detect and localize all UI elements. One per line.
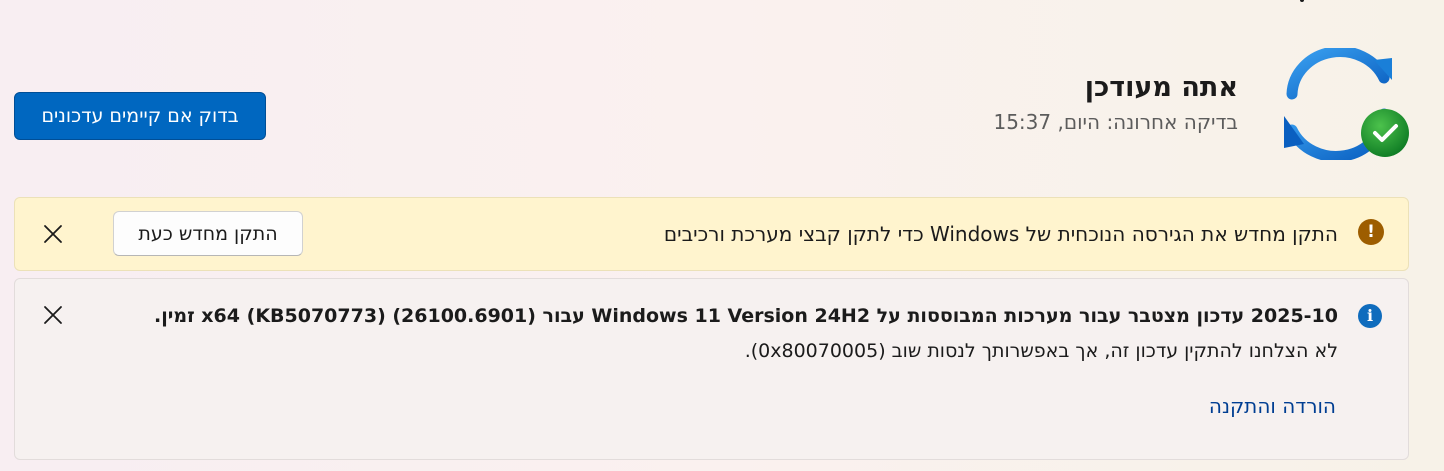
status-title: אתה מעודכן <box>1084 72 1238 103</box>
update-title: 2025-10 עדכון מצטבר עבור מערכות המבוססות… <box>153 305 1338 327</box>
update-failed-info-bar: i 2025-10 עדכון מצטבר עבור מערכות המבוסס… <box>14 278 1409 460</box>
sync-check-icon <box>1280 46 1412 162</box>
last-checked-text: בדיקה אחרונה: היום, 15:37 <box>993 110 1238 134</box>
download-install-link[interactable]: הורדה והתקנה <box>1209 392 1336 420</box>
update-error-message: לא הצלחנו להתקין עדכון זה, אך באפשרותך ל… <box>744 340 1338 362</box>
warning-icon: ! <box>1358 219 1384 245</box>
warning-message: התקן מחדש את הגירסה הנוכחית של Windows כ… <box>663 222 1338 246</box>
close-icon[interactable] <box>42 304 64 326</box>
reinstall-warning-bar: ! התקן מחדש את הגירסה הנוכחית של Windows… <box>14 197 1409 271</box>
reinstall-now-button[interactable]: התקן מחדש כעת <box>113 211 303 256</box>
window-edge-mark <box>1300 0 1304 2</box>
close-icon[interactable] <box>42 223 64 245</box>
check-for-updates-button[interactable]: בדוק אם קיימים עדכונים <box>14 92 266 140</box>
info-icon: i <box>1358 304 1382 328</box>
